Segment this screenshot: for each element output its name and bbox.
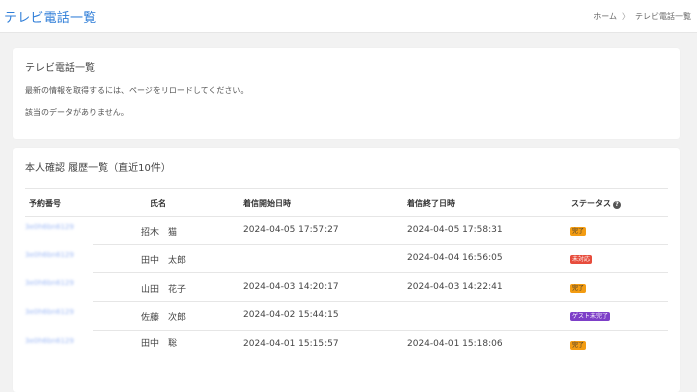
calls-card: テレビ電話一覧 最新の情報を取得するには、ページをリロードしてください。 該当の… — [13, 48, 680, 139]
reservation-link[interactable]: 3e0h6bn6129 — [25, 279, 74, 287]
column-header-name: 氏名 — [150, 199, 166, 208]
breadcrumb: ホーム〉テレビ電話一覧 — [593, 11, 691, 22]
reservation-link[interactable]: 3e0h6bn6129 — [25, 223, 74, 231]
reservation-link[interactable]: 3e0h6bn6129 — [25, 337, 74, 345]
question-circle-icon[interactable]: ? — [613, 201, 621, 209]
row-end-time: 2024-04-03 14:22:41 — [407, 282, 503, 292]
status-badge: 完了 — [570, 341, 587, 350]
column-header-status: ステータス? — [571, 198, 621, 209]
status-badge: ゲスト未完了 — [570, 312, 611, 321]
row-end-time: 2024-04-05 17:58:31 — [407, 225, 503, 235]
status-badge: 完了 — [570, 227, 587, 236]
reload-hint-text: 最新の情報を取得するには、ページをリロードしてください。 — [25, 86, 249, 95]
chevron-right-icon: 〉 — [622, 12, 630, 21]
page-title: テレビ電話一覧 — [4, 11, 97, 26]
reservation-link[interactable]: 3e0h6bn6129 — [25, 251, 74, 259]
table-header-divider — [25, 216, 668, 217]
row-end-time: 2024-04-04 16:56:05 — [407, 253, 503, 263]
status-badge: 未対応 — [570, 255, 593, 264]
history-card-title: 本人確認 履歴一覧（直近10件） — [25, 163, 171, 174]
row-start-time: 2024-04-02 15:44:15 — [243, 310, 339, 320]
row-divider — [93, 272, 668, 273]
table-top-divider — [25, 188, 668, 189]
status-badge: 完了 — [570, 284, 587, 293]
calls-card-title: テレビ電話一覧 — [25, 63, 95, 74]
row-name: 山田 花子 — [141, 285, 187, 295]
row-start-time: 2024-04-05 17:57:27 — [243, 225, 339, 235]
breadcrumb-home-link[interactable]: ホーム — [593, 12, 617, 21]
row-divider — [93, 301, 668, 302]
column-header-end: 着信終了日時 — [407, 199, 455, 208]
breadcrumb-current: テレビ電話一覧 — [635, 12, 691, 21]
column-header-start: 着信開始日時 — [243, 199, 291, 208]
row-name: 田中 聡 — [141, 339, 178, 349]
no-data-text: 該当のデータがありません。 — [25, 108, 129, 117]
reservation-link[interactable]: 3e0h6bn6129 — [25, 308, 74, 316]
row-end-time: 2024-04-01 15:18:06 — [407, 339, 503, 349]
column-header-status-label: ステータス — [571, 199, 611, 208]
top-bar: テレビ電話一覧 ホーム〉テレビ電話一覧 — [0, 0, 697, 33]
row-name: 招木 猫 — [141, 228, 178, 238]
row-start-time: 2024-04-03 14:20:17 — [243, 282, 339, 292]
row-name: 田中 太郎 — [141, 256, 187, 266]
row-start-time: 2024-04-01 15:15:57 — [243, 339, 339, 349]
row-name: 佐藤 次郎 — [141, 313, 187, 323]
row-divider — [93, 330, 668, 331]
history-card: 本人確認 履歴一覧（直近10件） 予約番号 氏名 着信開始日時 着信終了日時 ス… — [13, 148, 680, 392]
column-header-reservation: 予約番号 — [29, 199, 61, 208]
row-divider — [93, 244, 668, 245]
